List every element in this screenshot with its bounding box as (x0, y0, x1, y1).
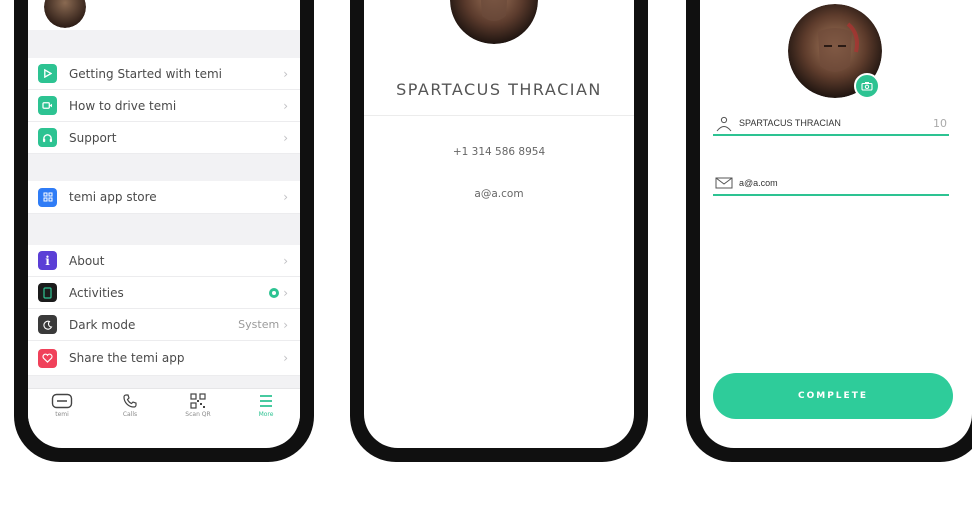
profile-name: SPARTACUS THRACIAN (396, 80, 602, 99)
tab-more[interactable]: More (236, 393, 296, 418)
change-photo-button[interactable] (854, 73, 880, 99)
complete-button[interactable]: COMPLETE (713, 373, 953, 419)
heart-icon (38, 348, 57, 368)
profile-phone-number: +1 314 586 8954 (452, 146, 546, 158)
chevron-right-icon: › (283, 317, 288, 332)
new-activity-badge (269, 287, 280, 298)
video-icon (38, 96, 57, 115)
menu-item-label: temi app store (69, 190, 157, 204)
menu-item-activities[interactable]: Activities › (28, 277, 300, 309)
menu-item-how-to-drive[interactable]: How to drive temi › (28, 90, 300, 122)
robot-face-icon (51, 393, 73, 409)
name-field: 10 (713, 114, 949, 136)
profile-avatar (450, 0, 538, 44)
chevron-right-icon: › (283, 253, 288, 268)
divider (364, 115, 634, 116)
tab-scan-qr[interactable]: Scan QR (168, 393, 228, 418)
info-icon: i (38, 251, 57, 270)
tab-label: More (258, 411, 274, 418)
phone-icon (123, 394, 137, 408)
profile-avatar[interactable] (44, 0, 86, 28)
email-input[interactable] (739, 174, 919, 192)
person-icon (716, 116, 732, 132)
menu-item-label: Share the temi app (69, 351, 185, 365)
menu-item-label: Dark mode (69, 317, 136, 332)
chevron-right-icon: › (283, 98, 288, 113)
moon-icon (38, 315, 57, 334)
menu-item-app-store[interactable]: temi app store › (28, 181, 300, 214)
app-grid-icon (38, 187, 57, 207)
menu-icon (260, 395, 272, 407)
chevron-right-icon: › (283, 285, 288, 300)
section-gap (28, 376, 300, 388)
menu-item-support[interactable]: Support › (28, 122, 300, 154)
tab-temi[interactable]: temi (32, 393, 92, 418)
more-menu-screen: Getting Started with temi › How to drive… (28, 0, 300, 448)
chevron-right-icon: › (283, 130, 288, 145)
profile-screen: SPARTACUS THRACIAN +1 314 586 8954 a@a.c… (364, 0, 634, 448)
email-field (713, 174, 949, 196)
camera-icon (861, 82, 873, 91)
name-character-counter: 10 (933, 117, 947, 130)
dark-mode-value: System (238, 318, 280, 331)
bottom-tab-bar: temi Calls Scan QR More (28, 388, 300, 444)
menu-item-label: Activities (69, 285, 124, 300)
chevron-right-icon: › (283, 190, 288, 204)
section-gap (28, 154, 300, 181)
tab-label: Calls (122, 411, 138, 418)
section-gap (28, 30, 300, 58)
phone-frame-edit: 10 COMPLETE (686, 0, 972, 462)
activities-icon (38, 283, 57, 302)
menu-item-about[interactable]: i About › (28, 245, 300, 277)
qr-code-icon (190, 393, 206, 409)
menu-item-label: How to drive temi (69, 98, 177, 113)
phone-frame-menu: Getting Started with temi › How to drive… (14, 0, 314, 462)
chevron-right-icon: › (283, 351, 288, 365)
chevron-right-icon: › (283, 66, 288, 81)
menu-item-label: About (69, 253, 105, 268)
menu-item-share-app[interactable]: Share the temi app › (28, 341, 300, 376)
tab-calls[interactable]: Calls (100, 393, 160, 418)
phone-frame-profile: SPARTACUS THRACIAN +1 314 586 8954 a@a.c… (350, 0, 648, 462)
play-icon (38, 64, 57, 83)
tab-label: Scan QR (185, 411, 211, 418)
headset-icon (38, 128, 57, 147)
menu-item-getting-started[interactable]: Getting Started with temi › (28, 58, 300, 90)
menu-item-dark-mode[interactable]: Dark mode System › (28, 309, 300, 341)
profile-email: a@a.com (474, 188, 524, 200)
section-gap (28, 214, 300, 245)
menu-item-label: Getting Started with temi (69, 66, 222, 81)
edit-profile-screen: 10 COMPLETE (700, 0, 972, 448)
name-input[interactable] (739, 114, 919, 132)
menu-item-label: Support (69, 130, 117, 145)
envelope-icon (715, 177, 733, 189)
tab-label: temi (55, 411, 69, 418)
